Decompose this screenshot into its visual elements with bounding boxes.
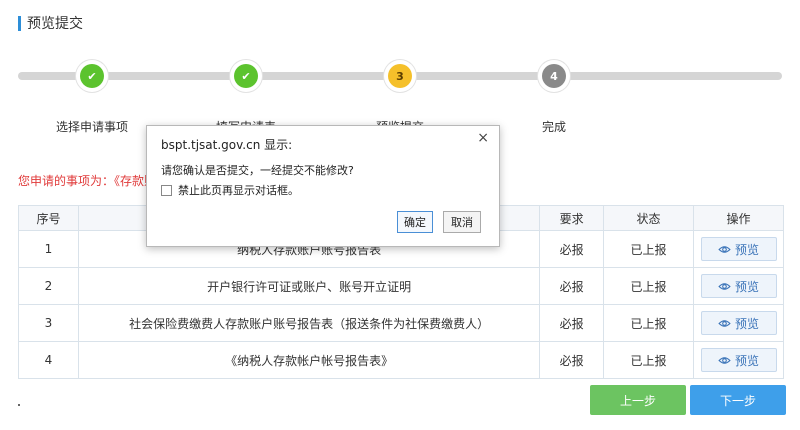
row-no: 2 xyxy=(18,267,79,305)
row-requirement: 必报 xyxy=(539,304,605,342)
preview-button[interactable]: 预览 xyxy=(700,274,777,298)
eye-icon xyxy=(718,245,731,253)
header-status: 状态 xyxy=(603,205,694,231)
row-no: 4 xyxy=(18,341,79,379)
table-row: 3 社会保险费缴费人存款账户账号报告表（报送条件为社保费缴费人） 必报 已上报 … xyxy=(18,304,784,342)
title-accent-bar xyxy=(18,15,21,31)
row-requirement: 必报 xyxy=(539,267,605,305)
page-title: 预览提交 xyxy=(27,16,83,32)
row-requirement: 必报 xyxy=(539,341,605,379)
table-row: 4 《纳税人存款帐户帐号报告表》 必报 已上报 预览 xyxy=(18,341,784,379)
step-number: 4 xyxy=(542,64,566,88)
preview-button[interactable]: 预览 xyxy=(700,311,777,335)
step-4: 4 完成 xyxy=(484,60,624,135)
cancel-button[interactable]: 取消 xyxy=(443,211,481,233)
row-no: 3 xyxy=(18,304,79,342)
confirm-dialog: × bspt.tjsat.gov.cn 显示: 请您确认是否提交，一经提交不能修… xyxy=(146,125,500,247)
row-status: 已上报 xyxy=(603,304,694,342)
step-3: 3 预览提交 xyxy=(330,60,470,135)
table-row: 2 开户银行许可证或账户、账号开立证明 必报 已上报 预览 xyxy=(18,267,784,305)
page-header: 预览提交 xyxy=(18,14,83,32)
prev-step-button[interactable]: 上一步 xyxy=(590,385,686,415)
suppress-dialog-option[interactable]: 禁止此页再显示对话框。 xyxy=(161,182,299,198)
ok-button[interactable]: 确定 xyxy=(397,211,433,233)
row-status: 已上报 xyxy=(603,341,694,379)
row-status: 已上报 xyxy=(603,230,694,268)
row-name: 《纳税人存款帐户帐号报告表》 xyxy=(77,341,541,379)
header-requirement: 要求 xyxy=(539,205,605,231)
row-requirement: 必报 xyxy=(539,230,605,268)
eye-icon xyxy=(718,319,731,327)
step-label: 选择申请事项 xyxy=(55,120,128,134)
header-no: 序号 xyxy=(18,205,79,231)
row-name: 开户银行许可证或账户、账号开立证明 xyxy=(77,267,541,305)
dialog-message: 请您确认是否提交，一经提交不能修改? xyxy=(161,164,354,177)
preview-label: 预览 xyxy=(734,353,759,368)
preview-label: 预览 xyxy=(734,279,759,294)
preview-button[interactable]: 预览 xyxy=(700,237,777,261)
preview-button[interactable]: 预览 xyxy=(700,348,777,372)
eye-icon xyxy=(718,356,731,364)
header-action: 操作 xyxy=(693,205,784,231)
next-step-button[interactable]: 下一步 xyxy=(690,385,786,415)
row-name: 社会保险费缴费人存款账户账号报告表（报送条件为社保费缴费人） xyxy=(77,304,541,342)
step-2: ✔ 填写申请表 xyxy=(176,60,316,135)
preview-label: 预览 xyxy=(734,316,759,331)
dialog-host-title: bspt.tjsat.gov.cn 显示: xyxy=(161,138,293,152)
step-number: 3 xyxy=(388,64,412,88)
preview-label: 预览 xyxy=(734,242,759,257)
check-icon: ✔ xyxy=(234,64,258,88)
row-no: 1 xyxy=(18,230,79,268)
suppress-label: 禁止此页再显示对话框。 xyxy=(178,184,299,197)
step-1: ✔ 选择申请事项 xyxy=(22,60,162,135)
decorative-dot xyxy=(18,404,20,406)
close-icon[interactable]: × xyxy=(477,130,489,146)
step-label: 完成 xyxy=(541,120,566,134)
suppress-checkbox[interactable] xyxy=(161,184,172,196)
check-icon: ✔ xyxy=(80,64,104,88)
row-status: 已上报 xyxy=(603,267,694,305)
eye-icon xyxy=(718,282,731,290)
